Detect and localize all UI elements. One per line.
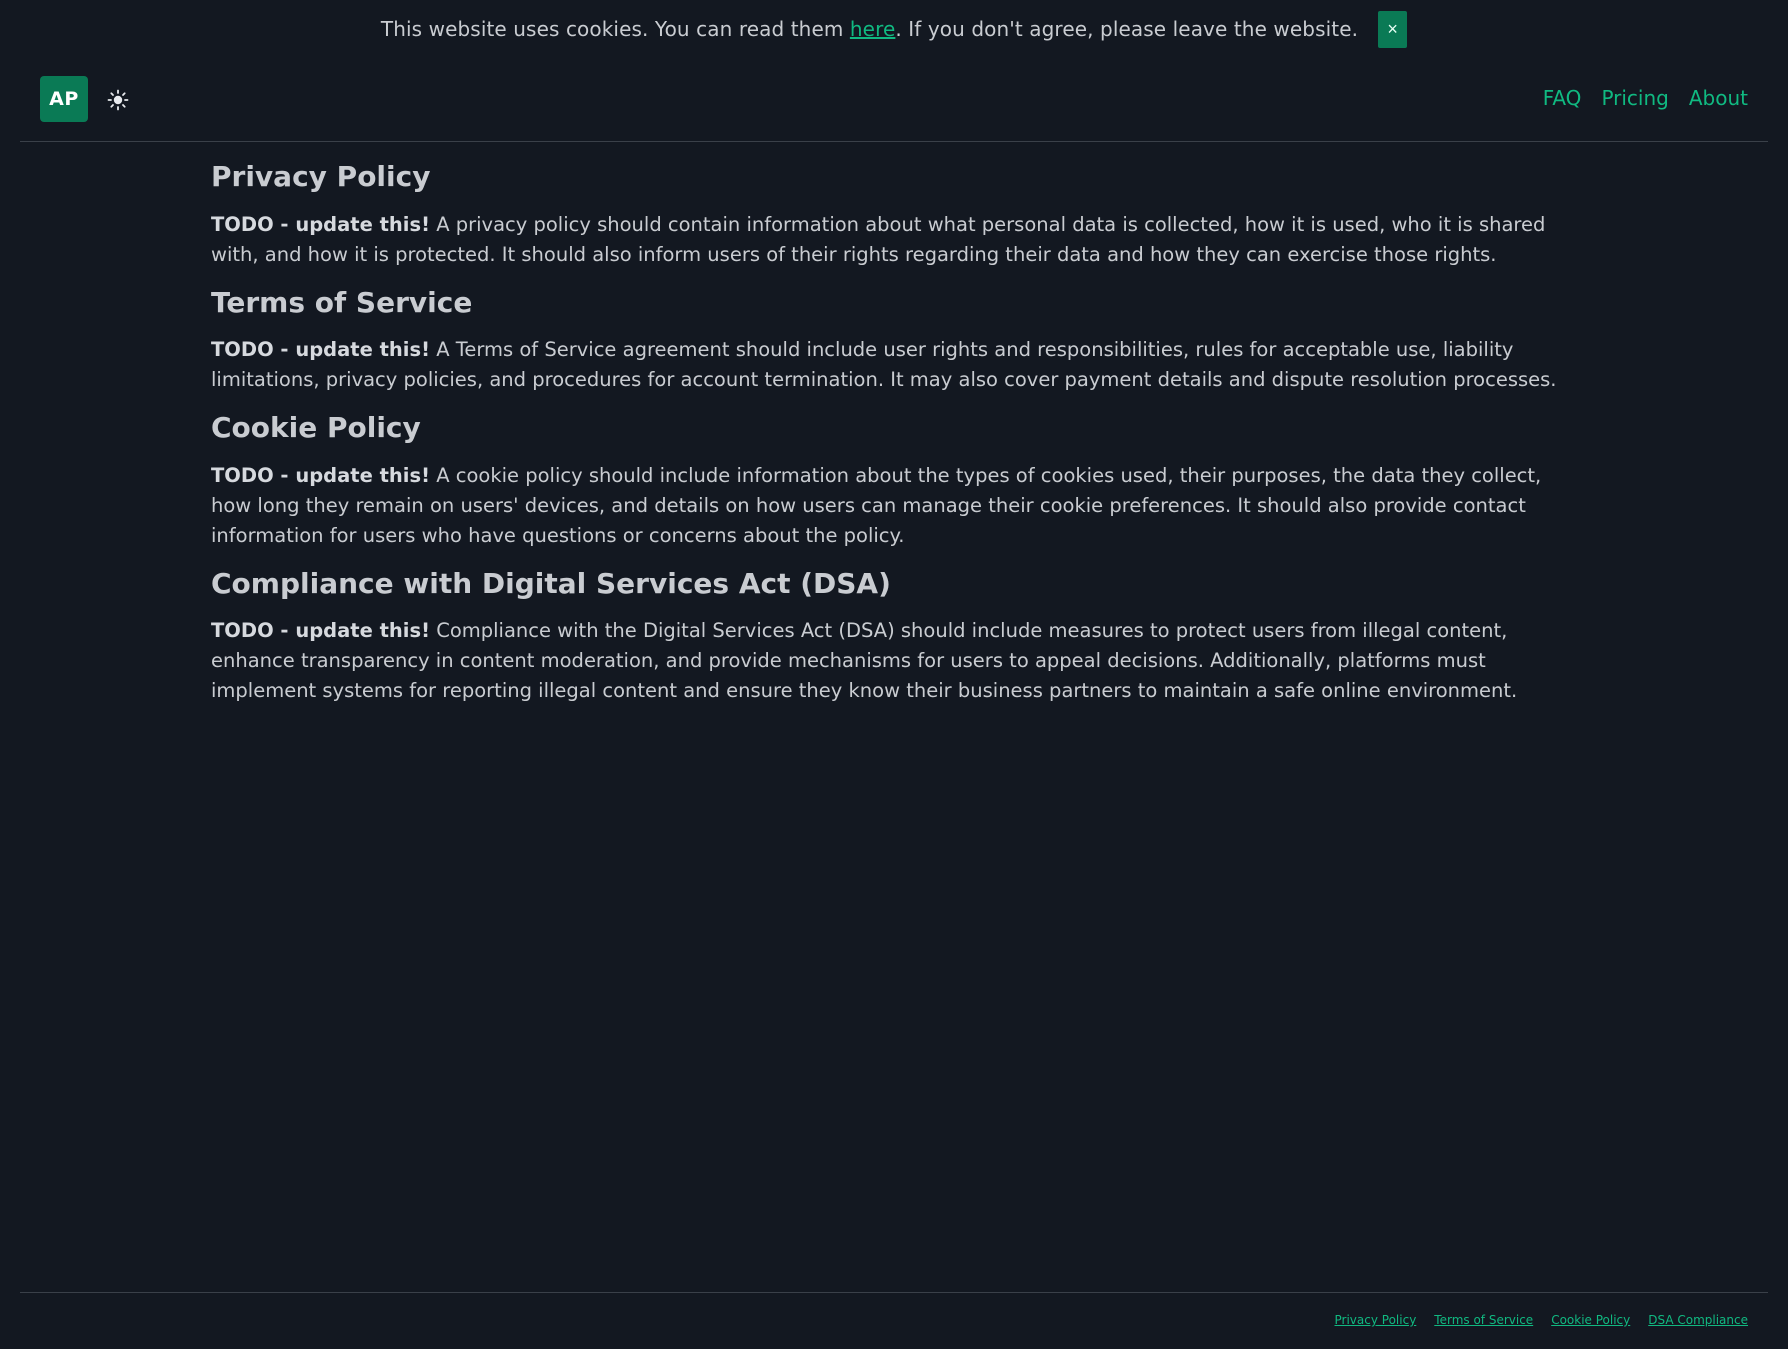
- section-body: TODO - update this! A cookie policy shou…: [211, 461, 1581, 551]
- cookie-close-button[interactable]: ×: [1378, 10, 1408, 48]
- main-content: Privacy Policy TODO - update this! A pri…: [211, 160, 1581, 722]
- todo-label: TODO - update this!: [211, 463, 430, 487]
- dsa-compliance-section: Compliance with Digital Services Act (DS…: [211, 567, 1581, 707]
- cookie-policy-section: Cookie Policy TODO - update this! A cook…: [211, 411, 1581, 551]
- cookie-policy-link[interactable]: here: [850, 17, 895, 41]
- sun-icon-svg: [107, 89, 129, 111]
- todo-label: TODO - update this!: [211, 619, 430, 643]
- footer-cookie-policy-link[interactable]: Cookie Policy: [1551, 1313, 1630, 1327]
- cookie-banner: This website uses cookies. You can read …: [0, 0, 1788, 58]
- section-title: Privacy Policy: [211, 160, 431, 193]
- privacy-policy-section: Privacy Policy TODO - update this! A pri…: [211, 160, 1581, 270]
- section-title: Terms of Service: [211, 285, 473, 319]
- nav-pricing-link[interactable]: Pricing: [1601, 86, 1668, 110]
- sun-icon[interactable]: [106, 88, 130, 112]
- todo-label: TODO - update this!: [211, 338, 430, 362]
- section-body: TODO - update this! A privacy policy sho…: [211, 210, 1581, 270]
- terms-of-service-section: Terms of Service TODO - update this! A T…: [211, 286, 1581, 396]
- nav-faq-link[interactable]: FAQ: [1543, 86, 1582, 110]
- footer-privacy-policy-link[interactable]: Privacy Policy: [1335, 1313, 1417, 1327]
- section-body: TODO - update this! A Terms of Service a…: [211, 335, 1581, 395]
- footer-dsa-compliance-link[interactable]: DSA Compliance: [1648, 1313, 1748, 1327]
- cookie-text-after: . If you don't agree, please leave the w…: [895, 17, 1359, 41]
- main-nav: FAQ Pricing About: [1543, 86, 1748, 110]
- section-title: Cookie Policy: [211, 411, 421, 445]
- todo-label: TODO - update this!: [211, 212, 430, 236]
- section-title: Compliance with Digital Services Act (DS…: [211, 566, 891, 600]
- cookie-message: This website uses cookies. You can read …: [381, 17, 1358, 41]
- nav-about-link[interactable]: About: [1689, 86, 1748, 110]
- site-header: AP FAQ Pricing About: [20, 58, 1768, 142]
- footer-links: Privacy Policy Terms of Service Cookie P…: [1335, 1313, 1748, 1327]
- site-footer: Privacy Policy Terms of Service Cookie P…: [20, 1292, 1768, 1349]
- cookie-text-before: This website uses cookies. You can read …: [380, 17, 850, 41]
- footer-terms-of-service-link[interactable]: Terms of Service: [1434, 1313, 1533, 1327]
- section-body: TODO - update this! Compliance with the …: [211, 616, 1581, 706]
- logo[interactable]: AP: [40, 76, 88, 122]
